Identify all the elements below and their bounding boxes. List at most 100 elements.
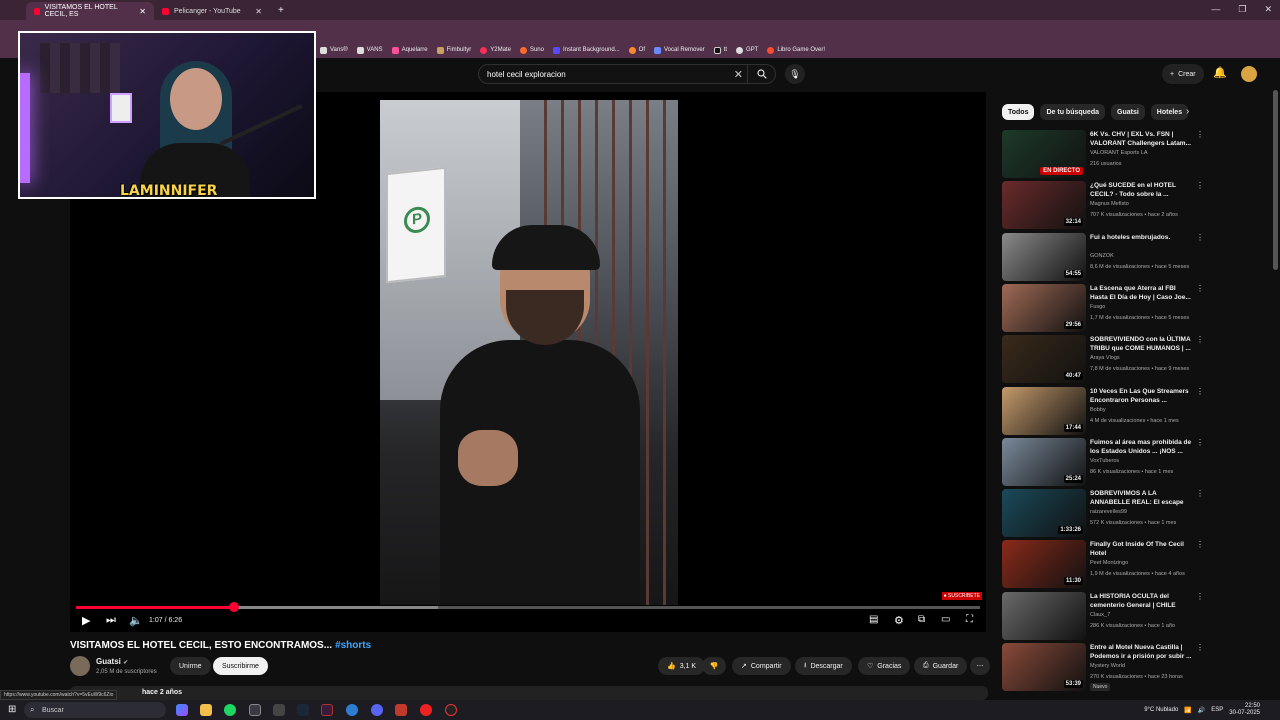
maximize-icon[interactable]: ❐ xyxy=(1238,4,1246,15)
more-options-icon[interactable]: ⋮ xyxy=(1196,130,1204,139)
clear-search-icon[interactable]: ✕ xyxy=(734,68,743,81)
chip-guatsi[interactable]: Guatsi xyxy=(1111,104,1145,120)
recommendation-title[interactable]: Entre al Motel Nueva Castilla | Podemos … xyxy=(1090,643,1194,661)
channel-avatar[interactable] xyxy=(70,656,90,676)
more-options-icon[interactable]: ⋮ xyxy=(1196,387,1204,396)
video-thumbnail[interactable]: 53:39 xyxy=(1002,643,1086,691)
bookmark-item[interactable]: Aquelarre xyxy=(391,46,428,54)
recommendation-item[interactable]: 25:24 Fuimos al área mas prohibida de los… xyxy=(1002,437,1204,487)
obs-icon[interactable] xyxy=(445,704,457,716)
bookmark-item[interactable]: GPT xyxy=(736,46,758,54)
recommendation-channel[interactable]: Peet Montzingo xyxy=(1090,560,1128,566)
recommendation-title[interactable]: 10 Veces En Las Que Streamers Encontraro… xyxy=(1090,387,1194,405)
close-tab-icon[interactable]: ✕ xyxy=(131,7,146,16)
notifications-bell-icon[interactable]: 🔔 xyxy=(1213,66,1227,79)
chip-all[interactable]: Todos xyxy=(1002,104,1035,120)
recommendation-title[interactable]: 6K Vs. CHV | EXL Vs. FSN | VALORANT Chal… xyxy=(1090,130,1194,148)
recommendation-title[interactable]: Fui a hoteles embrujados. xyxy=(1090,233,1194,242)
recommendation-title[interactable]: SOBREVIVIENDO con la ÚLTIMA TRIBU que CO… xyxy=(1090,335,1194,353)
more-options-icon[interactable]: ⋮ xyxy=(1196,233,1204,242)
windows-start-icon[interactable]: ⊞ xyxy=(8,704,16,715)
next-icon[interactable]: ⏭ xyxy=(106,614,116,627)
more-options-icon[interactable]: ⋮ xyxy=(1196,592,1204,601)
subtitles-icon[interactable]: ▤ xyxy=(869,614,878,625)
network-icon[interactable]: 📶 xyxy=(1184,707,1191,714)
like-button[interactable]: 👍 3,1 K xyxy=(658,657,706,675)
download-button[interactable]: ⭳ Descargar xyxy=(795,657,852,675)
video-frame[interactable]: P xyxy=(380,100,678,605)
recommendation-item[interactable]: EN DIRECTO 6K Vs. CHV | EXL Vs. FSN | VAL… xyxy=(1002,130,1204,179)
thanks-button[interactable]: ♡ Gracias xyxy=(858,657,911,675)
miniplayer-icon[interactable]: ⧉ xyxy=(918,614,925,625)
recommendation-item[interactable]: 29:56 La Escena que Aterra al FBI Hasta E… xyxy=(1002,283,1204,333)
recommendation-channel[interactable]: Bobby xyxy=(1090,407,1106,413)
volume-icon[interactable]: 🔈 xyxy=(129,614,143,627)
recommendation-channel[interactable]: raizarevelles99 xyxy=(1090,509,1127,515)
recommendation-channel[interactable]: Fusgo xyxy=(1090,304,1105,310)
share-button[interactable]: ↗ Compartir xyxy=(732,657,791,675)
chevron-right-icon[interactable]: › xyxy=(1186,106,1189,117)
more-options-icon[interactable]: ⋮ xyxy=(1196,489,1204,498)
media-app-icon[interactable] xyxy=(395,704,407,716)
recommendation-item[interactable]: 54:55 Fui a hoteles embrujados. GONZOK 8,6 … xyxy=(1002,232,1204,282)
subscribe-button[interactable]: Suscribirme xyxy=(213,657,268,675)
page-scrollbar[interactable] xyxy=(1273,90,1278,270)
edge-icon[interactable] xyxy=(346,704,358,716)
recommendation-channel[interactable]: Mystery World xyxy=(1090,663,1125,669)
chip-hotels[interactable]: Hoteles xyxy=(1150,104,1189,120)
recommendation-item[interactable]: 11:30 Finally Got Inside Of The Cecil Hot… xyxy=(1002,540,1204,589)
join-button[interactable]: Unirme xyxy=(170,657,211,675)
fullscreen-icon[interactable]: ⛶ xyxy=(966,614,973,625)
discord-icon[interactable] xyxy=(371,704,383,716)
video-thumbnail[interactable]: 40:47 xyxy=(1002,335,1086,384)
progress-bar[interactable] xyxy=(76,602,980,612)
tab-pelicanger[interactable]: Pelicanger - YouTube ✕ xyxy=(154,2,270,20)
voice-search-button[interactable]: 🎙 xyxy=(785,64,805,84)
recommendation-title[interactable]: SOBREVIVIMOS A LA ANNABELLE REAL: El esc… xyxy=(1090,489,1194,507)
more-options-icon[interactable]: ⋮ xyxy=(1196,643,1204,652)
file-explorer-icon[interactable] xyxy=(200,704,212,716)
recommendation-item[interactable]: 53:39 Entre al Motel Nueva Castilla | Pod… xyxy=(1002,643,1204,692)
recommendation-channel[interactable]: GONZOK xyxy=(1090,253,1114,259)
close-tab-icon[interactable]: ✕ xyxy=(247,7,262,16)
recommendation-title[interactable]: ¿Qué SUCEDE en el HOTEL CECIL? - Todo so… xyxy=(1090,181,1194,199)
copilot-icon[interactable] xyxy=(176,704,188,716)
video-thumbnail[interactable]: 11:30 xyxy=(1002,540,1086,589)
new-tab-icon[interactable]: + xyxy=(278,5,284,16)
more-options-icon[interactable]: ⋮ xyxy=(1196,438,1204,447)
weather-text[interactable]: 9°C Nublado xyxy=(1144,707,1178,713)
hashtag-link[interactable]: #shorts xyxy=(335,640,371,651)
more-actions-button[interactable]: ⋯ xyxy=(970,657,990,675)
theater-mode-icon[interactable]: ▭ xyxy=(941,614,950,625)
dislike-button[interactable]: 👎 xyxy=(702,657,726,675)
recommendation-title[interactable]: Finally Got Inside Of The Cecil Hotel xyxy=(1090,540,1194,558)
video-thumbnail[interactable]: EN DIRECTO xyxy=(1002,130,1086,178)
spotify-icon[interactable] xyxy=(224,704,236,716)
bookmark-item[interactable]: Vocal Remover xyxy=(654,46,705,54)
chip-from-search[interactable]: De tu búsqueda xyxy=(1040,104,1105,120)
recommendation-item[interactable]: 17:44 10 Veces En Las Que Streamers Encon… xyxy=(1002,386,1204,436)
bookmark-item[interactable]: Fimbultyr xyxy=(436,46,471,54)
search-input[interactable]: hotel cecil exploracion ✕ xyxy=(478,64,776,84)
recommendation-channel[interactable]: Claux_7 xyxy=(1090,612,1110,618)
more-options-icon[interactable]: ⋮ xyxy=(1196,540,1204,549)
app-icon[interactable] xyxy=(420,704,432,716)
channel-name[interactable]: Guatsi ✔ xyxy=(96,657,128,666)
more-options-icon[interactable]: ⋮ xyxy=(1196,335,1204,344)
bookmark-item[interactable]: VANS xyxy=(356,46,383,54)
bookmark-item[interactable]: Libro Game Over! xyxy=(767,46,825,54)
more-options-icon[interactable]: ⋮ xyxy=(1196,284,1204,293)
video-thumbnail[interactable]: 32:14 xyxy=(1002,181,1086,230)
recommendation-item[interactable]: 40:47 SOBREVIVIENDO con la ÚLTIMA TRIBU q… xyxy=(1002,335,1204,384)
video-thumbnail[interactable]: 1:33:26 xyxy=(1002,489,1086,538)
recommendation-channel[interactable]: Magnus Mefisto xyxy=(1090,201,1129,207)
video-thumbnail[interactable]: 54:55 xyxy=(1002,232,1086,281)
taskbar-search[interactable]: ⌕ Buscar xyxy=(24,702,166,718)
account-avatar[interactable] xyxy=(1241,66,1257,82)
recommendation-title[interactable]: La HISTORIA OCULTA del cementerio Genera… xyxy=(1090,592,1194,610)
more-options-icon[interactable]: ⋮ xyxy=(1196,181,1204,190)
steam-icon[interactable] xyxy=(297,704,309,716)
progress-scrubber[interactable] xyxy=(229,602,240,612)
recommendation-item[interactable]: La HISTORIA OCULTA del cementerio Genera… xyxy=(1002,591,1204,641)
recommendation-channel[interactable]: VALORANT Esports LA xyxy=(1090,150,1148,156)
